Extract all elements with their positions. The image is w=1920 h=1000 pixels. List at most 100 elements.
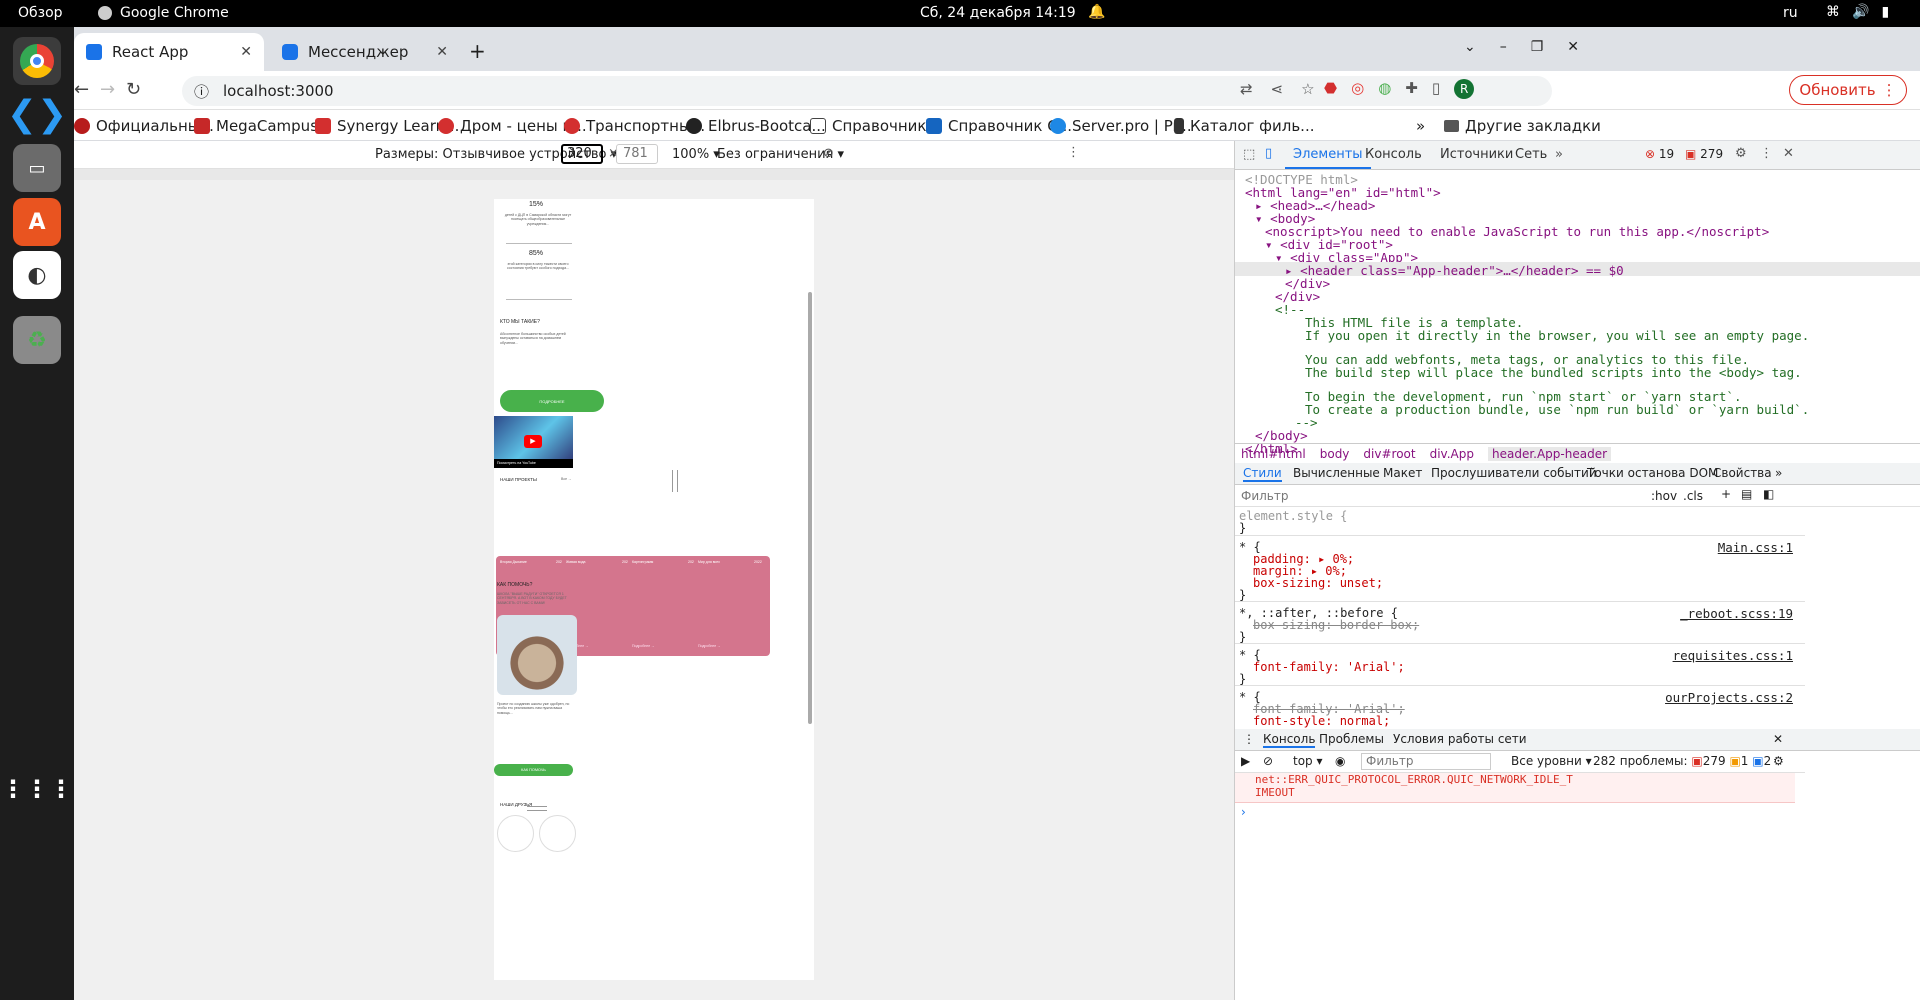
minimize-icon[interactable]: – <box>1500 39 1507 55</box>
breadcrumb-item[interactable]: header.App-header <box>1487 446 1612 461</box>
width-input[interactable]: 320 <box>561 144 603 164</box>
profile-avatar[interactable]: R <box>1454 79 1475 99</box>
tab-event-listeners[interactable]: Прослушиватели событий <box>1431 466 1597 480</box>
project-card[interactable]: Мир для всех 2022 Подробнее → <box>694 556 770 656</box>
close-drawer-icon[interactable]: ✕ <box>1773 732 1783 746</box>
extension-icon[interactable]: ◍ <box>1378 79 1391 99</box>
bookmark-item[interactable]: MegaCampus... <box>194 117 332 135</box>
side-panel-icon[interactable]: ▯ <box>1432 79 1440 99</box>
css-selector[interactable]: element.style { <box>1239 509 1347 523</box>
video-embed[interactable]: ▶ Посмотреть на YouTube <box>494 416 573 468</box>
resize-handle-bottom[interactable] <box>527 806 547 811</box>
page-scrollbar[interactable] <box>808 292 812 724</box>
more-tabs-icon[interactable]: » <box>1555 147 1563 162</box>
css-source-link[interactable]: _reboot.scss:19 <box>1680 606 1793 621</box>
close-window-icon[interactable]: ✕ <box>1567 39 1579 55</box>
bell-icon[interactable]: 🔔 <box>1088 4 1105 20</box>
drawer-tab-console[interactable]: Консоль <box>1263 732 1316 748</box>
reload-button[interactable]: ↻ <box>126 79 141 100</box>
eye-icon[interactable]: ◉ <box>1335 754 1345 768</box>
clock[interactable]: Сб, 24 декабря 14:19 <box>920 5 1076 21</box>
dom-line-selected[interactable]: ▸ <header class="App-header">…</header> … <box>1285 263 1624 278</box>
add-rule-icon[interactable]: + <box>1721 487 1731 501</box>
tab-console[interactable]: Консоль <box>1365 141 1422 169</box>
project-link[interactable]: Подробнее → <box>632 644 655 648</box>
console-error-message[interactable]: net::ERR_QUIC_PROTOCOL_ERROR.QUIC_NETWOR… <box>1235 773 1795 803</box>
tab-react-app[interactable]: React App ✕ <box>74 33 264 71</box>
css-source-link[interactable]: ourProjects.css:2 <box>1665 690 1793 705</box>
back-button[interactable]: ← <box>74 79 89 100</box>
system-tray[interactable]: ⌘ 🔊 ▮ <box>1826 4 1889 20</box>
drawer-tab-issues[interactable]: Проблемы <box>1319 732 1384 746</box>
tab-dom-breakpoints[interactable]: Точки останова DOM <box>1587 466 1718 480</box>
active-app-menu[interactable]: Google Chrome <box>98 5 229 21</box>
bookmark-item[interactable]: Официальны... <box>74 117 214 135</box>
vscode-dock-icon[interactable]: ❮❯ <box>7 90 67 138</box>
context-dropdown[interactable]: top ▾ <box>1293 754 1323 768</box>
rotate-icon[interactable]: ⊘ <box>823 146 834 161</box>
help-button[interactable]: КАК ПОМОЧЬ <box>494 764 573 776</box>
app-dock-icon[interactable]: ◐ <box>13 251 61 299</box>
breadcrumb-item[interactable]: body <box>1320 447 1350 461</box>
zoom-dropdown[interactable]: 100% ▾ <box>672 147 720 162</box>
friend-logo[interactable] <box>497 815 534 852</box>
css-property[interactable]: box-sizing: unset; <box>1253 576 1383 590</box>
close-tab-icon[interactable]: ✕ <box>436 44 448 60</box>
extension-icon[interactable]: ◎ <box>1351 79 1364 99</box>
activities-button[interactable]: Обзор <box>18 5 63 21</box>
tab-network[interactable]: Сеть <box>1515 141 1547 169</box>
close-devtools-icon[interactable]: ✕ <box>1783 146 1794 161</box>
error-count[interactable]: ⊗ 19 <box>1645 147 1674 161</box>
more-options-icon[interactable]: ⋮ <box>1067 145 1080 160</box>
youtube-play-icon[interactable]: ▶ <box>524 435 542 448</box>
bookmark-item[interactable]: Каталог филь... <box>1174 117 1315 135</box>
bookmarks-overflow-icon[interactable]: » <box>1416 117 1425 135</box>
bookmark-star-icon[interactable]: ☆ <box>1301 80 1314 98</box>
bookmark-item[interactable]: Транспортны... <box>564 117 705 135</box>
close-tab-icon[interactable]: ✕ <box>240 44 252 60</box>
breadcrumb-item[interactable]: div#root <box>1363 447 1415 461</box>
adblock-icon[interactable]: ⬣ <box>1324 79 1337 99</box>
css-property[interactable]: font-style: normal; <box>1253 714 1390 728</box>
update-button[interactable]: Обновить ⋮ <box>1789 75 1907 105</box>
tab-layout[interactable]: Макет <box>1383 466 1422 480</box>
tab-messenger[interactable]: Мессенджер ✕ <box>270 33 460 71</box>
info-icon[interactable]: ⓘ <box>194 81 209 102</box>
dom-line[interactable]: The build step will place the bundled sc… <box>1305 365 1802 380</box>
resize-handle-right[interactable] <box>672 470 678 492</box>
settings-icon[interactable]: ⚙ <box>1735 146 1747 161</box>
warning-count[interactable]: ▣ 279 <box>1685 147 1723 161</box>
inspect-icon[interactable]: ⬚ <box>1243 147 1255 162</box>
hov-toggle[interactable]: :hov <box>1651 489 1677 503</box>
dom-line[interactable]: <!-- <box>1275 302 1305 317</box>
console-prompt-icon[interactable]: › <box>1241 805 1246 819</box>
media-query-ruler[interactable] <box>74 169 1234 180</box>
puzzle-icon[interactable]: ✚ <box>1405 79 1418 99</box>
input-language[interactable]: ru <box>1783 5 1798 21</box>
bookmark-item[interactable]: Справочник... <box>810 117 941 135</box>
files-dock-icon[interactable]: ▭ <box>13 144 61 192</box>
more-tabs-icon[interactable]: » <box>1775 466 1782 480</box>
device-toggle-icon[interactable]: ▯ <box>1265 146 1272 161</box>
console-filter-input[interactable]: Фильтр <box>1361 753 1491 770</box>
friend-logo[interactable] <box>539 815 576 852</box>
dom-line[interactable]: If you open it directly in the browser, … <box>1305 328 1809 343</box>
tab-computed[interactable]: Вычисленные <box>1293 466 1380 480</box>
tab-sources[interactable]: Источники <box>1440 141 1513 169</box>
styles-filter-input[interactable]: Фильтр <box>1241 489 1288 503</box>
tab-search-icon[interactable]: ⌄ <box>1464 39 1476 55</box>
sidebar-toggle-icon[interactable]: ◧ <box>1763 487 1774 501</box>
software-dock-icon[interactable]: A <box>13 198 61 246</box>
sidebar-toggle-icon[interactable]: ▶ <box>1241 754 1250 768</box>
maximize-icon[interactable]: ❐ <box>1531 39 1544 55</box>
height-input[interactable]: 781 <box>616 144 658 164</box>
css-source-link[interactable]: requisites.css:1 <box>1673 648 1793 663</box>
issues-counter[interactable]: 282 проблемы: ▣279 ▣1 ▣2 <box>1593 754 1771 768</box>
projects-all-link[interactable]: Все → <box>561 477 572 481</box>
tab-styles[interactable]: Стили <box>1243 466 1282 482</box>
console-settings-icon[interactable]: ⚙ <box>1773 754 1784 768</box>
translate-icon[interactable]: ⇄ <box>1240 80 1253 98</box>
drawer-tab-network-conditions[interactable]: Условия работы сети <box>1393 732 1527 746</box>
dom-line[interactable]: To create a production bundle, use `npm … <box>1305 402 1809 417</box>
forward-button[interactable]: → <box>100 79 115 100</box>
